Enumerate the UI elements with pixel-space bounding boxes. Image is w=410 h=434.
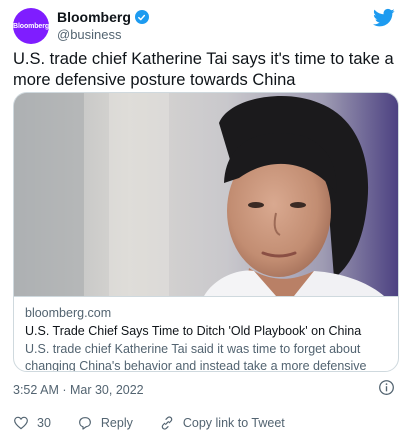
author-names[interactable]: Bloomberg @business (57, 9, 149, 42)
heart-icon (14, 416, 28, 430)
card-description: U.S. trade chief Katherine Tai said it w… (25, 342, 367, 372)
link-icon (161, 416, 173, 430)
display-name[interactable]: Bloomberg (57, 9, 131, 25)
twitter-bird-icon[interactable] (373, 8, 395, 28)
card-meta: bloomberg.com U.S. Trade Chief Says Time… (14, 296, 398, 371)
portrait-photo (14, 93, 398, 296)
action-bar: 30 Reply Copy link to Tweet (13, 414, 397, 432)
like-button[interactable]: 30 (13, 415, 51, 431)
timestamp[interactable]: 3:52 AM · Mar 30, 2022 (13, 383, 144, 397)
avatar-label: Bloomberg (12, 22, 50, 30)
handle[interactable]: @business (57, 27, 149, 42)
copy-link-label: Copy link to Tweet (182, 416, 285, 430)
card-title: U.S. Trade Chief Says Time to Ditch 'Old… (25, 324, 362, 338)
avatar[interactable]: Bloomberg (13, 8, 49, 44)
reply-label: Reply (100, 416, 133, 430)
reply-button[interactable]: Reply (77, 415, 133, 431)
card-domain: bloomberg.com (25, 306, 112, 320)
tweet-header: Bloomberg Bloomberg @business (13, 8, 397, 44)
like-count: 30 (37, 416, 51, 430)
tweet-embed: Bloomberg Bloomberg @business U.S. trade… (0, 0, 410, 434)
tweet-text: U.S. trade chief Katherine Tai says it's… (13, 50, 394, 89)
verified-badge-icon (134, 10, 149, 24)
link-card[interactable]: bloomberg.com U.S. Trade Chief Says Time… (13, 92, 399, 372)
card-image (14, 93, 398, 296)
display-name-row: Bloomberg (57, 9, 149, 25)
speech-bubble-icon (78, 417, 91, 430)
copy-link-button[interactable]: Copy link to Tweet (159, 415, 285, 431)
timestamp-row: 3:52 AM · Mar 30, 2022 (13, 379, 397, 397)
info-icon[interactable] (378, 379, 395, 396)
